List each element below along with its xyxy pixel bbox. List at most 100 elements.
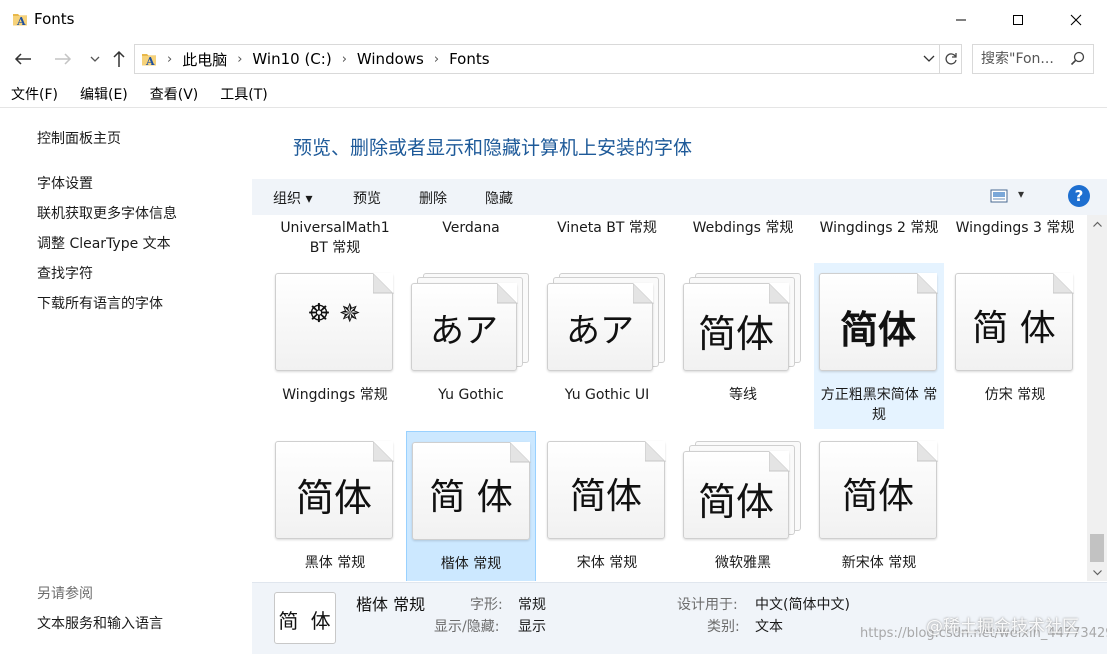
font-style-value: 常规 bbox=[518, 597, 546, 613]
help-icon: ? bbox=[1074, 187, 1084, 205]
navigation-bar: A › 此电脑 › Win10 (C:) › Windows › Fonts bbox=[0, 40, 1107, 78]
search-icon[interactable] bbox=[1070, 51, 1086, 67]
font-tile[interactable]: Vineta BT 常规 bbox=[542, 215, 672, 261]
scroll-down-button[interactable] bbox=[1087, 564, 1107, 581]
breadcrumb: › 此电脑 › Win10 (C:) › Windows › Fonts bbox=[165, 45, 490, 73]
font-file-icon: あア bbox=[547, 273, 667, 373]
get-font-info-online-link[interactable]: 联机获取更多字体信息 bbox=[37, 203, 177, 223]
breadcrumb-separator-icon[interactable]: › bbox=[434, 52, 439, 67]
page-title: 预览、删除或者显示和隐藏计算机上安装的字体 bbox=[293, 137, 693, 159]
font-tile[interactable]: 简 体仿宋 常规 bbox=[950, 263, 1080, 429]
delete-button[interactable]: 删除 bbox=[419, 188, 447, 208]
minimize-icon bbox=[956, 19, 966, 21]
breadcrumb-separator-icon[interactable]: › bbox=[342, 52, 347, 67]
help-button[interactable]: ? bbox=[1068, 185, 1090, 207]
font-sample-glyph: 简体 bbox=[295, 476, 372, 520]
font-sample-glyph: 简体 bbox=[841, 476, 914, 517]
title-bar: A Fonts bbox=[0, 0, 1107, 40]
font-tile[interactable]: Verdana bbox=[406, 215, 536, 261]
font-sample-glyph: 简体 bbox=[569, 476, 642, 517]
font-tile[interactable]: 简体 方正粗黑宋简体 常规 bbox=[814, 263, 944, 429]
arrow-up-icon bbox=[113, 50, 125, 67]
font-sample-glyph: 简体 bbox=[697, 312, 774, 356]
menu-bar: 文件(F) 编辑(E) 查看(V) 工具(T) bbox=[0, 80, 279, 108]
breadcrumb-fonts[interactable]: Fonts bbox=[449, 50, 489, 68]
breadcrumb-separator-icon[interactable]: › bbox=[167, 52, 172, 67]
font-tile-label: 仿宋 常规 bbox=[984, 387, 1046, 403]
menu-edit[interactable]: 编辑(E) bbox=[69, 84, 139, 104]
adjust-cleartype-link[interactable]: 调整 ClearType 文本 bbox=[37, 233, 171, 253]
breadcrumb-this-pc[interactable]: 此电脑 bbox=[182, 49, 227, 70]
font-tile[interactable]: 简体 等线 bbox=[678, 263, 808, 429]
change-view-button[interactable]: ▾ bbox=[990, 187, 1030, 207]
scroll-thumb[interactable] bbox=[1090, 534, 1104, 562]
font-tile-label: Wingdings 2 常规 bbox=[819, 220, 939, 236]
watermark-brand: @稀土掘金技术社区 bbox=[926, 617, 1079, 637]
maximize-icon bbox=[1013, 15, 1023, 25]
menu-file[interactable]: 文件(F) bbox=[0, 84, 69, 104]
font-sample-glyph: 简 体 bbox=[429, 477, 513, 518]
menu-view[interactable]: 查看(V) bbox=[139, 84, 210, 104]
back-button[interactable] bbox=[10, 46, 36, 72]
font-tile[interactable]: 简体 微软雅黑 bbox=[678, 431, 808, 581]
preview-button[interactable]: 预览 bbox=[353, 188, 381, 208]
close-icon bbox=[1070, 14, 1082, 26]
font-tile-label: 黑体 常规 bbox=[304, 555, 366, 571]
breadcrumb-separator-icon[interactable]: › bbox=[237, 52, 242, 67]
font-sample-glyph: 简体 bbox=[839, 308, 916, 352]
search-box[interactable] bbox=[972, 44, 1094, 74]
text-services-link[interactable]: 文本服务和输入语言 bbox=[37, 613, 163, 633]
up-button[interactable] bbox=[106, 46, 132, 72]
breadcrumb-windows[interactable]: Windows bbox=[357, 50, 424, 68]
menu-tools[interactable]: 工具(T) bbox=[209, 84, 278, 104]
font-sample-glyph: あア bbox=[430, 311, 498, 351]
font-tile[interactable]: Wingdings 2 常规 bbox=[814, 215, 944, 261]
font-tile[interactable]: Webdings 常规 bbox=[678, 215, 808, 261]
font-tile[interactable]: ☸ ✵ Wingdings 常规 bbox=[270, 263, 400, 429]
selected-font-preview-icon: 简 体 bbox=[274, 592, 336, 644]
refresh-button[interactable] bbox=[939, 45, 961, 73]
font-tile-label: Yu Gothic bbox=[438, 387, 504, 403]
address-history-button[interactable] bbox=[919, 49, 939, 69]
vertical-scrollbar[interactable] bbox=[1087, 215, 1107, 581]
font-tile[interactable]: 简体 新宋体 常规 bbox=[814, 431, 944, 581]
breadcrumb-drive[interactable]: Win10 (C:) bbox=[252, 50, 331, 68]
category-value: 文本 bbox=[755, 619, 783, 635]
address-bar[interactable]: A › 此电脑 › Win10 (C:) › Windows › Fonts bbox=[134, 44, 962, 74]
font-file-icon: 简体 bbox=[275, 441, 395, 541]
recent-locations-button[interactable] bbox=[82, 46, 108, 72]
font-sample-glyph: ☸ ✵ bbox=[307, 299, 361, 329]
font-tile-label: Webdings 常规 bbox=[692, 220, 794, 236]
font-settings-link[interactable]: 字体设置 bbox=[37, 173, 93, 193]
font-tile[interactable]: Wingdings 3 常规 bbox=[950, 215, 1080, 261]
minimize-button[interactable] bbox=[938, 0, 984, 40]
maximize-button[interactable] bbox=[995, 0, 1041, 40]
designed-for-value: 中文(简体中文) bbox=[755, 597, 850, 613]
forward-button[interactable] bbox=[50, 46, 76, 72]
font-tile[interactable]: UniversalMath1 BT 常规 bbox=[270, 215, 400, 261]
font-tile[interactable]: あア Yu Gothic UI bbox=[542, 263, 672, 429]
chevron-down-icon bbox=[1092, 569, 1102, 575]
font-tile[interactable]: あア Yu Gothic bbox=[406, 263, 536, 429]
scroll-up-button[interactable] bbox=[1087, 215, 1107, 232]
font-grid: UniversalMath1 BT 常规 Verdana Vineta BT 常规 W… bbox=[252, 215, 1087, 581]
font-sample-glyph: あア bbox=[566, 311, 634, 351]
download-all-fonts-link[interactable]: 下载所有语言的字体 bbox=[37, 293, 163, 313]
view-menu-chevron-icon[interactable]: ▾ bbox=[1018, 187, 1024, 201]
font-sample-glyph: 简体 bbox=[697, 480, 774, 524]
hide-button[interactable]: 隐藏 bbox=[485, 188, 513, 208]
font-tile[interactable]: 简 体楷体 常规 bbox=[406, 431, 536, 581]
font-file-icon: 简 体 bbox=[412, 442, 532, 542]
font-tile-label: 新宋体 常规 bbox=[841, 555, 917, 571]
find-character-link[interactable]: 查找字符 bbox=[37, 263, 93, 283]
control-panel-home-link[interactable]: 控制面板主页 bbox=[37, 128, 121, 148]
organize-button[interactable]: 组织 ▾ bbox=[273, 188, 312, 208]
font-tile[interactable]: 简体 黑体 常规 bbox=[270, 431, 400, 581]
font-tile[interactable]: 简体 宋体 常规 bbox=[542, 431, 672, 581]
close-button[interactable] bbox=[1053, 0, 1099, 40]
font-file-icon: 简体 bbox=[547, 441, 667, 541]
chevron-down-icon bbox=[923, 55, 935, 62]
search-input[interactable] bbox=[973, 45, 1073, 73]
font-tile-label: UniversalMath1 BT 常规 bbox=[280, 220, 390, 256]
fonts-folder-icon: A bbox=[142, 54, 156, 67]
